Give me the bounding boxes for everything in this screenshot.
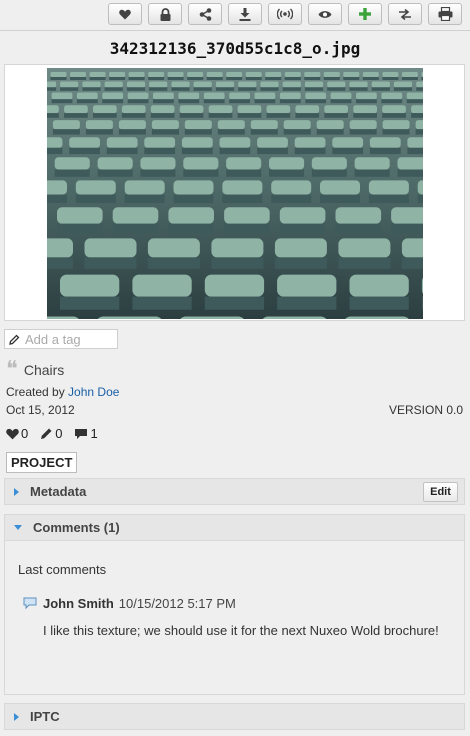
type-badge: PROJECT [6, 452, 78, 473]
toolbar-divider [0, 30, 470, 31]
edits-stat: 0 [40, 426, 62, 441]
metadata-section-header[interactable]: Metadata Edit [4, 478, 465, 505]
document-description: Chairs [23, 362, 65, 378]
share-icon [199, 7, 211, 21]
quote-icon: ❝ [6, 357, 18, 382]
action-toolbar [102, 3, 462, 25]
speech-bubble-icon [23, 597, 37, 610]
collapsed-arrow-icon [14, 487, 19, 496]
comment-text: I like this texture; we should use it fo… [43, 623, 439, 638]
stadium-seats-photo[interactable] [47, 68, 423, 319]
created-by: Created by John Doe [6, 385, 119, 399]
compare-button[interactable] [388, 3, 422, 25]
arrows-icon [399, 8, 411, 20]
collapsed-arrow-icon [14, 712, 19, 721]
comments-panel: Last comments John Smith 10/15/2012 5:17… [4, 541, 465, 695]
description-row: ❝ Chairs [6, 357, 65, 382]
comments-stat[interactable]: 1 [74, 426, 98, 441]
download-icon [239, 7, 251, 21]
expanded-arrow-icon [14, 525, 22, 530]
print-button[interactable] [428, 3, 462, 25]
created-prefix: Created by [6, 385, 65, 399]
comments-count: 1 [90, 426, 98, 441]
likes-stat[interactable]: 0 [6, 426, 28, 441]
favorite-button[interactable] [108, 3, 142, 25]
plus-icon [359, 8, 371, 20]
preview-button[interactable] [308, 3, 342, 25]
document-title: 342312136_370d55c1c8_o.jpg [109, 39, 361, 58]
share-button[interactable] [188, 3, 222, 25]
pencil-icon [9, 334, 20, 345]
download-button[interactable] [228, 3, 262, 25]
eye-icon [318, 10, 332, 18]
pencil-icon [41, 428, 52, 439]
likes-count: 0 [21, 426, 29, 441]
last-comments-heading: Last comments [18, 562, 107, 577]
heart-icon [119, 9, 131, 19]
metadata-label: Metadata [30, 484, 87, 499]
image-preview [4, 64, 465, 321]
edits-count: 0 [55, 426, 63, 441]
comment-header: John Smith 10/15/2012 5:17 PM [23, 596, 236, 611]
iptc-section-header[interactable]: IPTC [4, 703, 465, 730]
iptc-label: IPTC [30, 709, 60, 724]
comments-label: Comments (1) [33, 520, 120, 535]
printer-icon [438, 7, 452, 21]
add-to-collection-button[interactable] [348, 3, 382, 25]
author-link[interactable]: John Doe [68, 385, 119, 399]
comments-section-header[interactable]: Comments (1) [4, 514, 465, 541]
heart-icon [6, 428, 19, 439]
follow-button[interactable] [268, 3, 302, 25]
comment-icon [75, 428, 88, 439]
broadcast-icon [277, 8, 293, 20]
edit-metadata-button[interactable]: Edit [423, 482, 458, 502]
creation-date: Oct 15, 2012 [6, 403, 75, 417]
comment-author: John Smith [43, 596, 114, 611]
lock-button[interactable] [148, 3, 182, 25]
social-stats: 0 0 1 [6, 426, 110, 441]
add-tag-field[interactable] [4, 329, 118, 349]
lock-icon [160, 7, 170, 21]
version-label: VERSION 0.0 [388, 403, 463, 417]
tag-input[interactable] [25, 331, 111, 347]
comment-date: 10/15/2012 5:17 PM [118, 596, 236, 611]
